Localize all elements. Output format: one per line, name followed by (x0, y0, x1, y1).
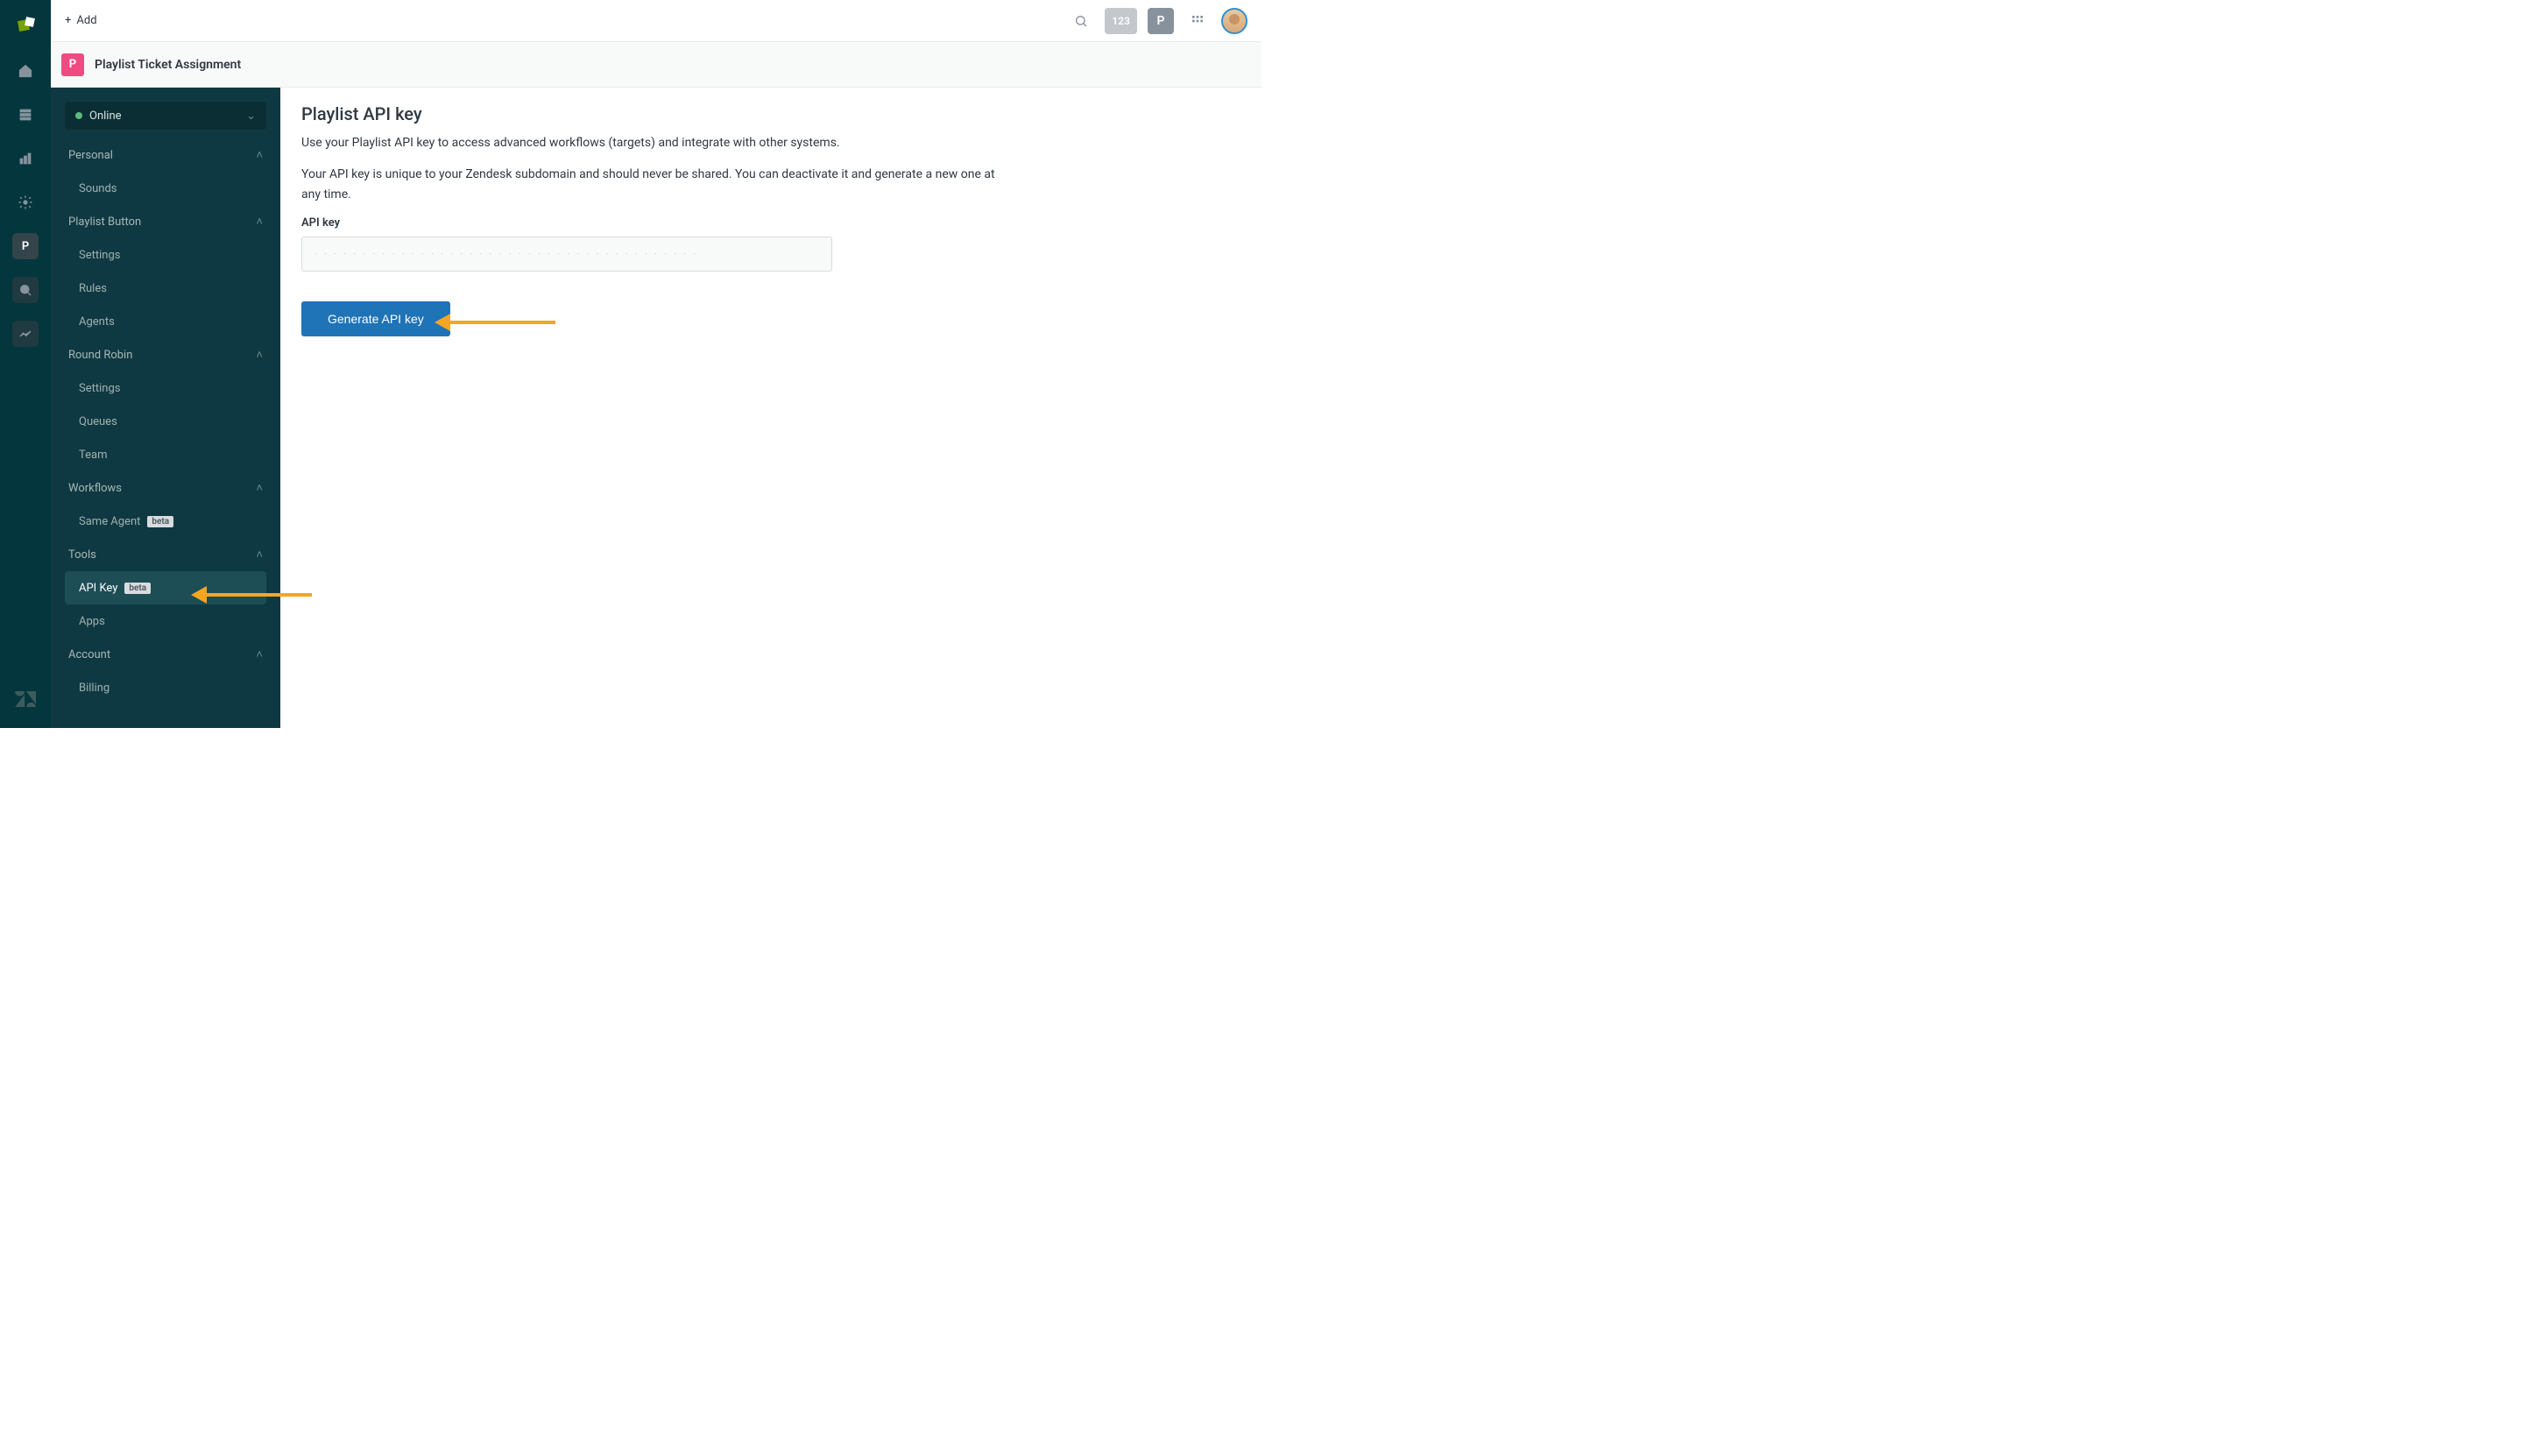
sidebar-item-team[interactable]: Team (65, 438, 266, 471)
zendesk-brand-icon (15, 691, 36, 712)
sidebar-item-same-agent[interactable]: Same Agent beta (65, 505, 266, 538)
page-title: Playlist API key (301, 103, 1240, 124)
sidebar-item-apps[interactable]: Apps (65, 604, 266, 638)
topbar: + Add 123 P (51, 0, 1262, 42)
rail-reports-icon[interactable] (12, 145, 39, 172)
add-label: Add (76, 14, 96, 27)
beta-badge: beta (124, 583, 151, 594)
sidebar-item-rules[interactable]: Rules (65, 272, 266, 305)
app-title: Playlist Ticket Assignment (95, 58, 241, 72)
rail-trend-icon[interactable] (12, 321, 39, 347)
plus-icon: + (65, 14, 71, 27)
search-icon[interactable] (1068, 8, 1094, 34)
rail-search-zoom-icon[interactable] (12, 277, 39, 303)
chip-p[interactable]: P (1148, 8, 1174, 34)
app-body: Online ⌄ Personal ˄ Sounds Playlist Butt… (51, 88, 1262, 728)
status-selector[interactable]: Online ⌄ (65, 102, 266, 130)
chevron-down-icon: ⌄ (246, 110, 256, 123)
status-dot-icon (75, 112, 82, 119)
sidebar-item-queues[interactable]: Queues (65, 405, 266, 438)
chevron-up-icon: ˄ (256, 148, 263, 162)
chip-123[interactable]: 123 (1105, 8, 1137, 34)
page-description-1: Use your Playlist API key to access adva… (301, 133, 1002, 152)
section-playlist-button[interactable]: Playlist Button ˄ (65, 205, 266, 238)
section-account[interactable]: Account ˄ (65, 638, 266, 671)
section-personal[interactable]: Personal ˄ (65, 138, 266, 172)
app-icon: P (61, 53, 84, 76)
section-tools[interactable]: Tools ˄ (65, 538, 266, 571)
section-round-robin[interactable]: Round Robin ˄ (65, 338, 266, 371)
chevron-up-icon: ˄ (256, 348, 263, 362)
rail-playlist-app-icon[interactable]: P (12, 233, 39, 259)
app-sidebar: Online ⌄ Personal ˄ Sounds Playlist Butt… (51, 88, 280, 728)
apps-grid-icon[interactable] (1184, 8, 1211, 34)
chevron-up-icon: ˄ (256, 481, 263, 495)
section-workflows[interactable]: Workflows ˄ (65, 471, 266, 505)
generate-api-key-button[interactable]: Generate API key (301, 301, 450, 336)
sidebar-item-billing[interactable]: Billing (65, 671, 266, 704)
chevron-up-icon: ˄ (256, 215, 263, 229)
chevron-up-icon: ˄ (256, 647, 263, 661)
rail-views-icon[interactable] (12, 102, 39, 128)
sidebar-item-settings-pb[interactable]: Settings (65, 238, 266, 272)
api-key-field[interactable]: · · · · · · · · · · · · · · · · · · · · … (301, 237, 832, 272)
annotation-arrow-apikey (191, 586, 312, 604)
page-description-2: Your API key is unique to your Zendesk s… (301, 165, 1002, 204)
product-rail: P (0, 0, 51, 728)
user-avatar[interactable] (1221, 8, 1247, 34)
zendesk-logo-icon (15, 16, 36, 37)
app-header: P Playlist Ticket Assignment (51, 42, 1262, 88)
sidebar-item-agents[interactable]: Agents (65, 305, 266, 338)
api-key-label: API key (301, 216, 1240, 230)
chevron-up-icon: ˄ (256, 548, 263, 562)
main-column: + Add 123 P P Playlist Ticket Assignment… (51, 0, 1262, 728)
add-button[interactable]: + Add (65, 14, 97, 27)
content-area: Playlist API key Use your Playlist API k… (280, 88, 1262, 728)
beta-badge: beta (147, 516, 173, 527)
rail-admin-icon[interactable] (12, 189, 39, 216)
rail-home-icon[interactable] (12, 58, 39, 84)
status-label: Online (89, 110, 122, 123)
sidebar-item-settings-rr[interactable]: Settings (65, 371, 266, 405)
sidebar-item-sounds[interactable]: Sounds (65, 172, 266, 205)
annotation-arrow-generate (435, 314, 555, 331)
